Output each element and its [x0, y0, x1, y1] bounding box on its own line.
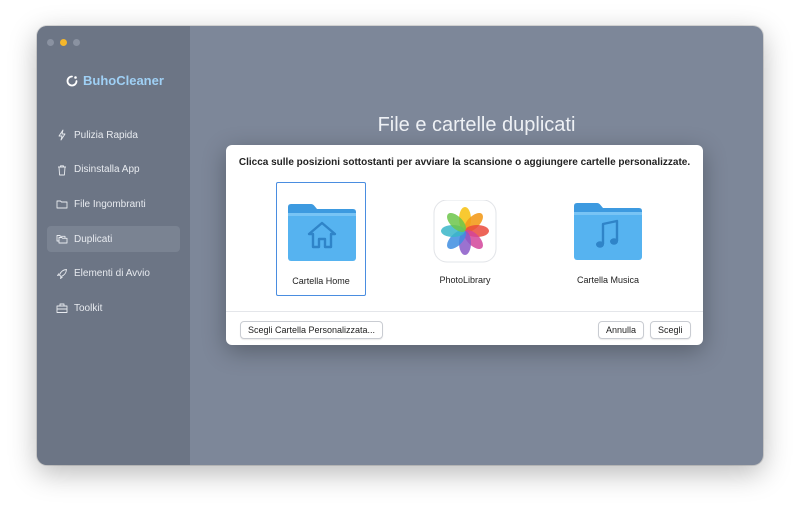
- zoom-window-button[interactable]: [73, 39, 80, 46]
- home-folder-icon: [288, 204, 356, 261]
- app-name: BuhoCleaner: [83, 73, 164, 88]
- app-logo: BuhoCleaner: [66, 73, 164, 88]
- duplicate-folders-icon: [56, 235, 68, 244]
- sidebar-item-label: Duplicati: [74, 233, 113, 245]
- sidebar: BuhoCleaner Pulizia Rapida Disinstalla A…: [37, 26, 190, 465]
- scan-location-dialog: Clicca sulle posizioni sottostanti per a…: [226, 145, 703, 345]
- rocket-icon: [57, 268, 67, 279]
- lightning-icon: [58, 129, 66, 141]
- sidebar-item-pulizia-rapida[interactable]: Pulizia Rapida: [47, 122, 180, 148]
- close-window-button[interactable]: [47, 39, 54, 46]
- sidebar-item-label: Toolkit: [74, 302, 103, 314]
- sidebar-item-disinstalla-app[interactable]: Disinstalla App: [47, 157, 180, 183]
- music-folder-icon: [574, 203, 642, 260]
- buho-logo-icon: [66, 75, 78, 86]
- choose-button[interactable]: Scegli: [650, 321, 691, 339]
- app-window: BuhoCleaner Pulizia Rapida Disinstalla A…: [37, 26, 763, 465]
- sidebar-nav: Pulizia Rapida Disinstalla App File Ingo…: [47, 122, 180, 330]
- sidebar-item-label: Disinstalla App: [74, 164, 140, 176]
- toolbox-icon: [56, 303, 68, 314]
- window-controls: [47, 39, 80, 46]
- location-label: PhotoLibrary: [439, 275, 491, 285]
- location-music-folder[interactable]: Cartella Musica: [563, 182, 653, 296]
- sidebar-item-toolkit[interactable]: Toolkit: [47, 295, 180, 321]
- cancel-button[interactable]: Annulla: [598, 321, 645, 339]
- page-title: File e cartelle duplicati: [377, 114, 576, 136]
- sidebar-item-label: Elementi di Avvio: [74, 268, 150, 280]
- choose-custom-folder-button[interactable]: Scegli Cartella Personalizzata...: [240, 321, 384, 339]
- location-label: Cartella Home: [292, 276, 350, 286]
- dialog-message: Clicca sulle posizioni sottostanti per a…: [238, 157, 691, 168]
- dialog-divider: [226, 311, 703, 312]
- location-home-folder[interactable]: Cartella Home: [276, 182, 366, 296]
- sidebar-item-label: Pulizia Rapida: [74, 129, 138, 141]
- location-label: Cartella Musica: [576, 275, 640, 285]
- sidebar-item-label: File Ingombranti: [74, 198, 146, 210]
- folder-icon: [56, 200, 68, 209]
- sidebar-item-file-ingombranti[interactable]: File Ingombranti: [47, 191, 180, 217]
- sidebar-item-elementi-di-avvio[interactable]: Elementi di Avvio: [47, 261, 180, 287]
- location-photo-library[interactable]: PhotoLibrary: [420, 182, 510, 296]
- sidebar-item-duplicati[interactable]: Duplicati: [47, 226, 180, 253]
- trash-icon: [58, 165, 66, 176]
- minimize-window-button[interactable]: [60, 39, 67, 46]
- photos-app-icon: [433, 200, 497, 263]
